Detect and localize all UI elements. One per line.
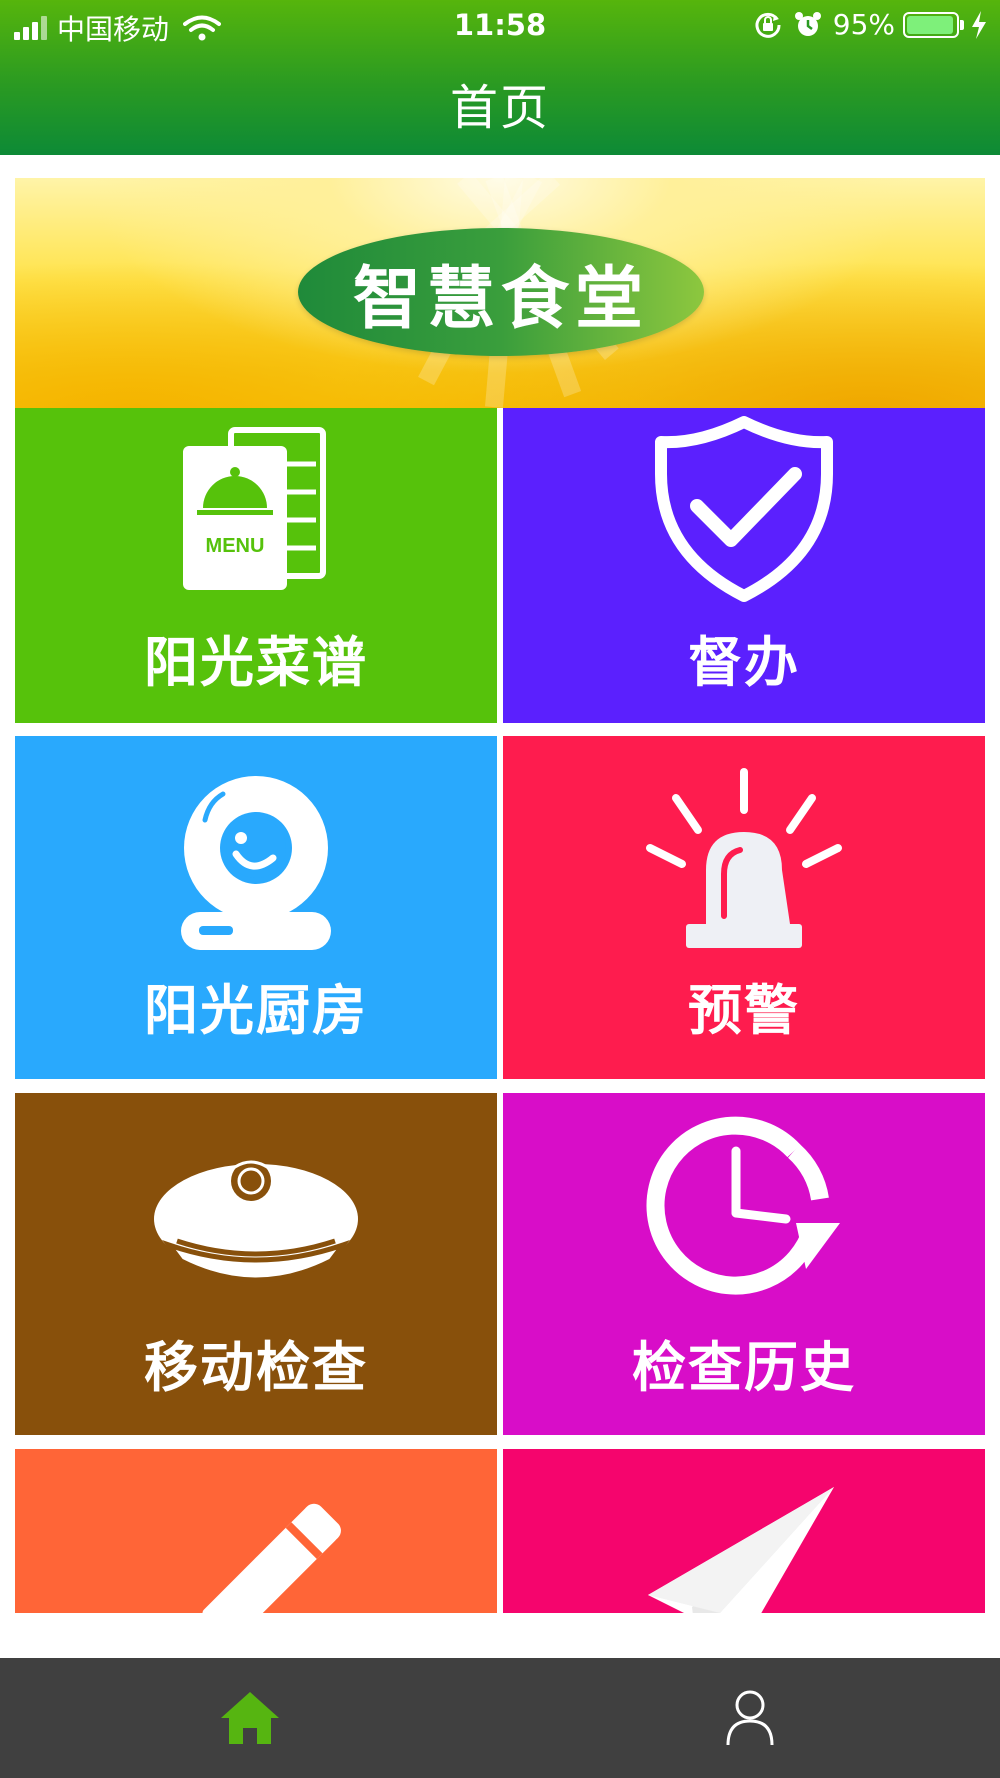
battery-percent: 95%: [832, 8, 895, 41]
webcam-icon: [181, 776, 331, 950]
app-header: 中国移动 11:58 95% 首页: [0, 0, 1000, 155]
tile-label: 移动检查: [144, 1336, 368, 1399]
tile-label: 阳光厨房: [144, 979, 368, 1042]
tile-pencil[interactable]: [15, 1449, 497, 1613]
banner-logo: 智慧食堂: [298, 228, 704, 356]
banner: 智慧食堂: [15, 178, 985, 408]
page-title: 首页: [449, 80, 550, 136]
app-screen: 中国移动 11:58 95% 首页 智慧食堂 MENU 阳光菜谱 督办 阳光厨房…: [0, 0, 1000, 1778]
tile-label: 预警: [688, 979, 800, 1042]
tile-supervision[interactable]: 督办: [503, 408, 985, 723]
banner-text: 智慧食堂: [352, 259, 649, 339]
menu-icon: MENU: [183, 427, 326, 590]
battery-level-fill: [907, 15, 953, 34]
alarm-light-icon: [646, 768, 842, 948]
shield-check-icon: [655, 416, 833, 602]
tile-inspection-history[interactable]: 检查历史: [503, 1093, 985, 1435]
tile-label: 督办: [688, 631, 800, 694]
history-clock-icon: [646, 1116, 840, 1295]
charging-icon: [972, 10, 986, 39]
user-icon: [726, 1690, 774, 1746]
menu-icon-text: MENU: [206, 535, 265, 557]
tile-sunshine-kitchen[interactable]: 阳光厨房: [15, 736, 497, 1079]
paper-plane-icon: [648, 1487, 834, 1613]
tile-sunshine-menu[interactable]: MENU 阳光菜谱: [15, 408, 497, 723]
rotation-lock-icon: [755, 12, 781, 38]
tab-profile[interactable]: [500, 1658, 1000, 1778]
battery-icon: [903, 11, 964, 38]
status-bar: 中国移动 11:58 95%: [0, 0, 1000, 50]
tile-warning[interactable]: 预警: [503, 736, 985, 1079]
tile-label: 检查历史: [632, 1336, 856, 1399]
tile-paper-plane[interactable]: [503, 1449, 985, 1613]
pencil-icon: [195, 1503, 341, 1613]
feature-grid: MENU 阳光菜谱 督办 阳光厨房 预警 移动检查 检查历史: [15, 408, 985, 1613]
alarm-icon: [794, 11, 821, 36]
tile-mobile-inspection[interactable]: 移动检查: [15, 1093, 497, 1435]
inspector-cap-icon: [154, 1160, 358, 1283]
bottom-tab-bar: [0, 1658, 1000, 1778]
tab-home[interactable]: [0, 1658, 500, 1778]
tile-label: 阳光菜谱: [144, 631, 368, 694]
status-right: 95%: [753, 8, 988, 41]
home-icon: [221, 1692, 279, 1744]
